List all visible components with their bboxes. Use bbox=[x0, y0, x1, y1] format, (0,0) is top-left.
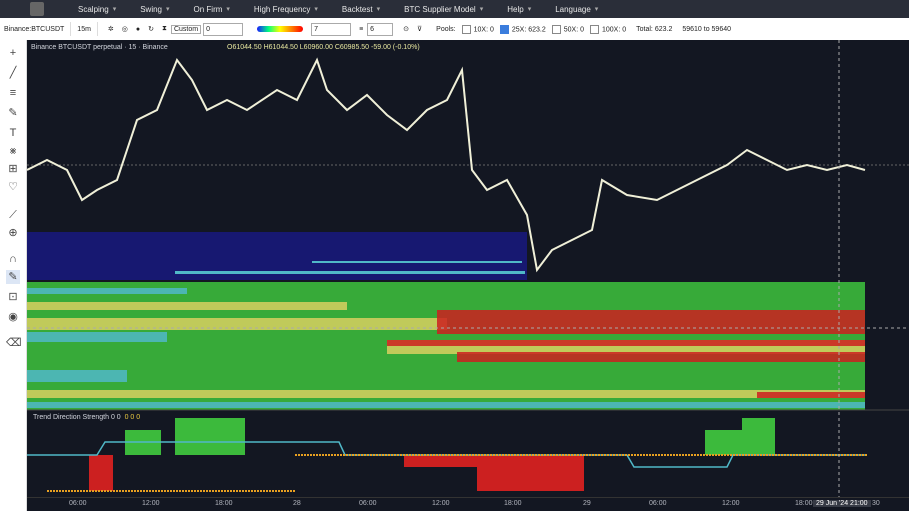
preset-select[interactable]: Custom bbox=[170, 24, 202, 34]
chevron-down-icon: ▾ bbox=[376, 6, 381, 13]
chart-area[interactable]: Binance BTCUSDT perpetual · 15 · Binance… bbox=[27, 40, 909, 511]
x-tick-label: 06:00 bbox=[69, 500, 87, 507]
menu-swing[interactable]: Swing ▾ bbox=[140, 5, 169, 14]
checkbox-25x[interactable] bbox=[499, 24, 509, 34]
chevron-down-icon: ▾ bbox=[594, 6, 599, 13]
interval-select[interactable]: 15m bbox=[77, 26, 91, 33]
heatmap-band bbox=[27, 390, 865, 398]
color-gradient-slider[interactable] bbox=[257, 26, 304, 32]
heart-icon[interactable]: ♡ bbox=[6, 180, 20, 194]
indicator-bar bbox=[742, 418, 775, 430]
measure-icon[interactable]: ⊞ bbox=[6, 162, 20, 176]
x-tick-label: 12:00 bbox=[432, 500, 450, 507]
pool-10x[interactable]: 10X: 0 bbox=[461, 24, 494, 34]
pool-25x[interactable]: 25X: 623.2 bbox=[499, 24, 546, 34]
range-label: 59610 to 59640 bbox=[682, 25, 732, 33]
pool-50x[interactable]: 50X: 0 bbox=[551, 24, 584, 34]
top-menu-bar: Scalping ▾ Swing ▾ On Firm ▾ High Frequency… bbox=[0, 0, 909, 18]
x-tick-label: 28 bbox=[293, 500, 301, 507]
pool-100x[interactable]: 100X: 0 bbox=[590, 24, 626, 34]
symbol-select[interactable]: Binance:BTCUSDT bbox=[4, 26, 64, 33]
x-tick-label: 12:00 bbox=[722, 500, 740, 507]
x-tick-label: 06:00 bbox=[649, 500, 667, 507]
trendline-icon[interactable]: ╱ bbox=[6, 66, 20, 80]
toolbar: Binance:BTCUSDT 15m ✲ ◎ ● ↻ ⧗ Custom 0 7… bbox=[0, 18, 909, 41]
heatmap-band bbox=[27, 332, 167, 342]
x-tick-label: 30 bbox=[872, 500, 880, 507]
lock-pen-icon[interactable]: ✎ bbox=[6, 270, 20, 284]
x-tick-label: 18:00 bbox=[795, 500, 813, 507]
filter-icon[interactable]: ⊽ bbox=[417, 25, 422, 33]
cursor-date-label: 29 Jun '24 21:00 bbox=[813, 500, 871, 507]
divider bbox=[70, 22, 72, 36]
chevron-down-icon: ▾ bbox=[226, 6, 230, 13]
pattern-icon[interactable]: ⨳ bbox=[6, 144, 20, 158]
menu-language[interactable]: Language ▾ bbox=[555, 5, 598, 14]
chevron-down-icon: ▾ bbox=[166, 6, 170, 13]
chart-title: Binance BTCUSDT perpetual · 15 · Binance bbox=[31, 44, 168, 51]
x-tick-label: 18:00 bbox=[215, 500, 233, 507]
text-icon[interactable]: T bbox=[6, 126, 20, 140]
layers-icon[interactable]: ≡ bbox=[359, 26, 363, 33]
divider bbox=[96, 22, 98, 36]
checkbox-100x[interactable] bbox=[590, 24, 599, 34]
menu-on-firm[interactable]: On Firm ▾ bbox=[194, 5, 230, 14]
zoom-icon[interactable]: ⊕ bbox=[6, 226, 20, 240]
palette-icon[interactable]: ● bbox=[136, 26, 140, 33]
heatmap-band bbox=[757, 392, 865, 398]
menu-btc-supplier-model[interactable]: BTC Supplier Model ▾ bbox=[404, 5, 483, 14]
checkbox-50x[interactable] bbox=[551, 24, 561, 34]
x-tick-label: 06:00 bbox=[359, 500, 377, 507]
checkbox-10x[interactable] bbox=[461, 24, 471, 34]
heatmap-band bbox=[27, 402, 865, 408]
heatmap-band bbox=[387, 340, 865, 346]
hourglass-icon[interactable]: ⧗ bbox=[162, 25, 167, 33]
heatmap-band bbox=[27, 370, 127, 382]
brush-icon[interactable]: ✎ bbox=[6, 106, 20, 120]
indicator-bar bbox=[705, 430, 775, 455]
liquidity-level bbox=[312, 261, 522, 263]
x-tick-label: 18:00 bbox=[504, 500, 522, 507]
app-logo-icon bbox=[30, 2, 44, 16]
magnet-icon[interactable]: ∩ bbox=[6, 252, 20, 266]
ruler-icon[interactable]: ⟋ bbox=[6, 208, 20, 222]
refresh-icon[interactable]: ↻ bbox=[148, 25, 154, 33]
menu-help[interactable]: Help ▾ bbox=[507, 5, 531, 14]
heatmap-band bbox=[27, 288, 187, 294]
pct-input[interactable]: 7 bbox=[311, 22, 352, 36]
menu-high-frequency[interactable]: High Frequency ▾ bbox=[254, 5, 318, 14]
levels-input[interactable]: 6 bbox=[367, 22, 394, 36]
heatmap-band bbox=[457, 352, 865, 362]
total-label: Total: 623.2 bbox=[636, 25, 673, 33]
x-axis: 06:00 12:00 18:00 28 06:00 12:00 18:00 2… bbox=[27, 497, 909, 511]
indicator-bar bbox=[477, 455, 584, 491]
visibility-icon[interactable]: ◎ bbox=[122, 25, 128, 33]
x-tick-label: 12:00 bbox=[142, 500, 160, 507]
indicator-bar bbox=[175, 418, 245, 455]
x-tick-label: 29 bbox=[583, 500, 591, 507]
chevron-down-icon: ▾ bbox=[112, 6, 117, 13]
camera-icon[interactable]: ⊙ bbox=[403, 25, 409, 33]
heatmap-band bbox=[27, 302, 347, 310]
chevron-down-icon: ▾ bbox=[314, 6, 318, 13]
crosshair-icon[interactable]: + bbox=[6, 46, 20, 60]
chart-canvas[interactable] bbox=[27, 40, 909, 511]
menu-scalping[interactable]: Scalping ▾ bbox=[78, 5, 116, 14]
liquidity-level bbox=[175, 271, 525, 274]
chevron-down-icon: ▾ bbox=[527, 6, 532, 13]
drawing-toolbar: + ╱ ≡ ✎ T ⨳ ⊞ ♡ ⟋ ⊕ ∩ ✎ ⊡ ◉ ⌫ bbox=[0, 40, 27, 511]
trash-icon[interactable]: ⌫ bbox=[6, 336, 22, 350]
indicator-bar bbox=[89, 455, 113, 491]
eye-icon[interactable]: ◉ bbox=[6, 310, 20, 324]
ohlc-readout: O61044.50 H61044.50 L60960.00 C60985.50 … bbox=[227, 44, 420, 51]
indicator-label: Trend Direction Strength 0 0 0 0 0 bbox=[33, 414, 141, 421]
heatmap-band bbox=[437, 310, 865, 334]
preset-value-input[interactable]: 0 bbox=[203, 22, 244, 36]
settings-icon[interactable]: ✲ bbox=[108, 25, 114, 33]
horizontal-lines-icon[interactable]: ≡ bbox=[6, 86, 20, 100]
pools-label: Pools: bbox=[436, 25, 456, 33]
lock-icon[interactable]: ⊡ bbox=[6, 290, 20, 304]
chevron-down-icon: ▾ bbox=[479, 6, 484, 13]
menu-backtest[interactable]: Backtest ▾ bbox=[342, 5, 380, 14]
